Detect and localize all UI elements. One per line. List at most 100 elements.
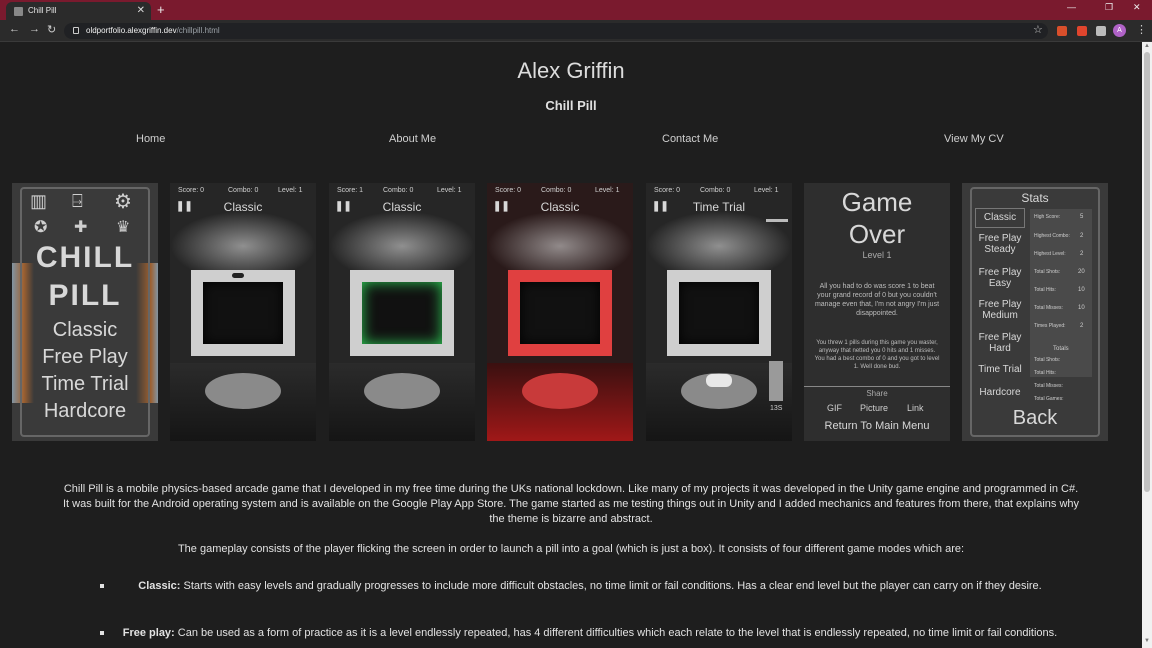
new-tab-button[interactable]: + [157, 2, 165, 18]
nav-cv-link[interactable]: View My CV [944, 133, 1004, 145]
divider [804, 386, 950, 387]
extension-icon[interactable] [1077, 26, 1087, 36]
page-content: Alex Griffin Chill Pill Home About Me Co… [0, 42, 1142, 648]
game-over-message: All you had to do was score 1 to beat yo… [814, 283, 940, 317]
address-bar: ← → ↻ oldportfolio.alexgriffin.dev/chill… [0, 20, 1152, 42]
description-paragraph-2: The gameplay consists of the player flic… [177, 543, 965, 555]
share-gif-button: GIF [827, 403, 842, 413]
timer-label: 13S [770, 405, 783, 412]
stats-mode-time-trial: Time Trial [978, 364, 1022, 375]
screenshot-classic-hit[interactable]: Score: 1 Combo: 0 Level: 1 ❚❚ Classic [329, 183, 475, 441]
combo-label: Combo: 0 [383, 187, 414, 194]
screenshot-classic-empty[interactable]: Score: 0 Combo: 0 Level: 1 ❚❚ Classic [170, 183, 316, 441]
mode-title: Classic [540, 200, 580, 214]
level-label: Level: 1 [278, 187, 303, 194]
logo-line-2: PILL [48, 279, 122, 312]
share-picture-button: Picture [860, 403, 889, 413]
stat-value: 10 [1078, 305, 1085, 311]
stats-mode-hard: Free Play Hard [978, 332, 1022, 354]
back-icon[interactable]: ← [9, 23, 20, 35]
settings-gear-icon: ⚙ [114, 191, 132, 213]
stat-label: Highest Combo: [1034, 233, 1070, 239]
page-subtitle: Chill Pill [545, 98, 597, 113]
mode-classic-text: Starts with easy levels and gradually pr… [180, 580, 1042, 592]
medal-icon: ✪ [34, 219, 48, 236]
game-over-summary: You threw 1 pills during this game you w… [814, 340, 940, 370]
logo-line-1: CHILL [35, 241, 135, 274]
stat-label: Total Hits: [1034, 287, 1056, 293]
browser-menu-icon[interactable]: ⋮ [1136, 23, 1147, 36]
stat-label: Total Misses: [1034, 305, 1063, 311]
url-input[interactable]: oldportfolio.alexgriffin.dev/chillpill.h… [64, 23, 1048, 39]
favicon-icon [14, 7, 23, 16]
stat-value: 20 [1078, 269, 1085, 275]
share-link-button: Link [907, 403, 924, 413]
stat-value: 2 [1080, 233, 1084, 239]
launch-spot [205, 373, 281, 409]
screenshot-main-menu[interactable]: ▥ ⍈ ⚙ ✪ ✚ ♛ CHILL PILL Classic Free Play… [12, 183, 158, 441]
screenshot-game-over[interactable]: Game Over Level 1 All you had to do was … [804, 183, 950, 441]
return-main-menu-button: Return To Main Menu [824, 420, 930, 432]
scroll-down-icon[interactable]: ▼ [1144, 638, 1150, 644]
goal-box [350, 270, 454, 356]
launch-spot [522, 373, 598, 409]
description-paragraph-1: Chill Pill is a mobile physics-based arc… [62, 483, 1080, 525]
scroll-up-icon[interactable]: ▲ [1144, 43, 1150, 49]
stat-label: High Score: [1034, 214, 1061, 220]
level-label: Level: 1 [754, 187, 779, 194]
pill [706, 374, 732, 387]
gamepad-icon: ✚ [74, 219, 88, 236]
totals-title: Totals [1053, 346, 1069, 352]
menu-time-trial: Time Trial [41, 373, 129, 395]
nav-contact-link[interactable]: Contact Me [662, 133, 718, 145]
close-tab-icon[interactable]: ✕ [137, 2, 145, 20]
screenshot-stats[interactable]: Stats Classic Free Play Steady Free Play… [962, 183, 1108, 441]
url-domain: oldportfolio.alexgriffin.dev [86, 26, 177, 35]
timer-gauge [769, 361, 783, 401]
launch-spot [364, 373, 440, 409]
nav-about-link[interactable]: About Me [389, 133, 436, 145]
score-label: Score: 0 [495, 187, 522, 194]
total-label: Total Shots: [1034, 357, 1061, 363]
stat-label: Times Played: [1034, 323, 1066, 329]
scrollbar-thumb[interactable] [1144, 52, 1150, 492]
browser-tab-strip: Chill Pill ✕ + — ❐ ✕ [0, 0, 1152, 20]
crown-icon: ♛ [116, 219, 131, 236]
mode-classic-item: Classic: Starts with easy levels and gra… [100, 579, 1080, 593]
share-label: Share [866, 389, 888, 398]
maximize-icon[interactable]: ❐ [1105, 2, 1113, 13]
exit-door-icon: ⍈ [72, 191, 83, 211]
url-path: /chillpill.html [176, 26, 220, 35]
game-over-title-1: Game [841, 187, 913, 217]
menu-hardcore: Hardcore [43, 400, 127, 422]
total-label: Total Misses: [1034, 383, 1063, 389]
profile-avatar[interactable]: A [1113, 24, 1126, 37]
minimize-icon[interactable]: — [1067, 2, 1076, 12]
goal-box [508, 270, 612, 356]
total-label: Total Games: [1034, 396, 1064, 402]
extension-icon[interactable] [1057, 26, 1067, 36]
extensions-puzzle-icon[interactable] [1096, 26, 1106, 36]
goal-box [191, 270, 295, 356]
bookmark-star-icon[interactable]: ☆ [1033, 23, 1043, 36]
stat-value: 10 [1078, 287, 1085, 293]
stat-value: 5 [1080, 214, 1084, 220]
screenshot-time-trial[interactable]: Score: 0 Combo: 0 Level: 1 ❚❚ Time Trial 1… [646, 183, 792, 441]
pill [232, 273, 244, 278]
stats-chart-icon: ▥ [30, 191, 48, 211]
stats-mode-steady: Free Play Steady [978, 233, 1022, 255]
close-window-icon[interactable]: ✕ [1133, 2, 1141, 13]
stat-label: Highest Level: [1034, 251, 1066, 257]
stats-title: Stats [1021, 191, 1049, 205]
reload-icon[interactable]: ↻ [47, 23, 56, 36]
time-bar [766, 219, 788, 222]
forward-icon[interactable]: → [29, 23, 40, 35]
lock-icon [73, 27, 79, 34]
mode-title: Classic [382, 200, 422, 214]
stats-mode-classic: Classic [975, 208, 1025, 228]
browser-tab[interactable]: Chill Pill ✕ [6, 2, 151, 20]
screenshot-classic-miss[interactable]: Score: 0 Combo: 0 Level: 1 ❚❚ Classic [487, 183, 633, 441]
game-over-level: Level 1 [862, 250, 892, 260]
nav-home-link[interactable]: Home [136, 133, 165, 145]
level-label: Level: 1 [595, 187, 620, 194]
